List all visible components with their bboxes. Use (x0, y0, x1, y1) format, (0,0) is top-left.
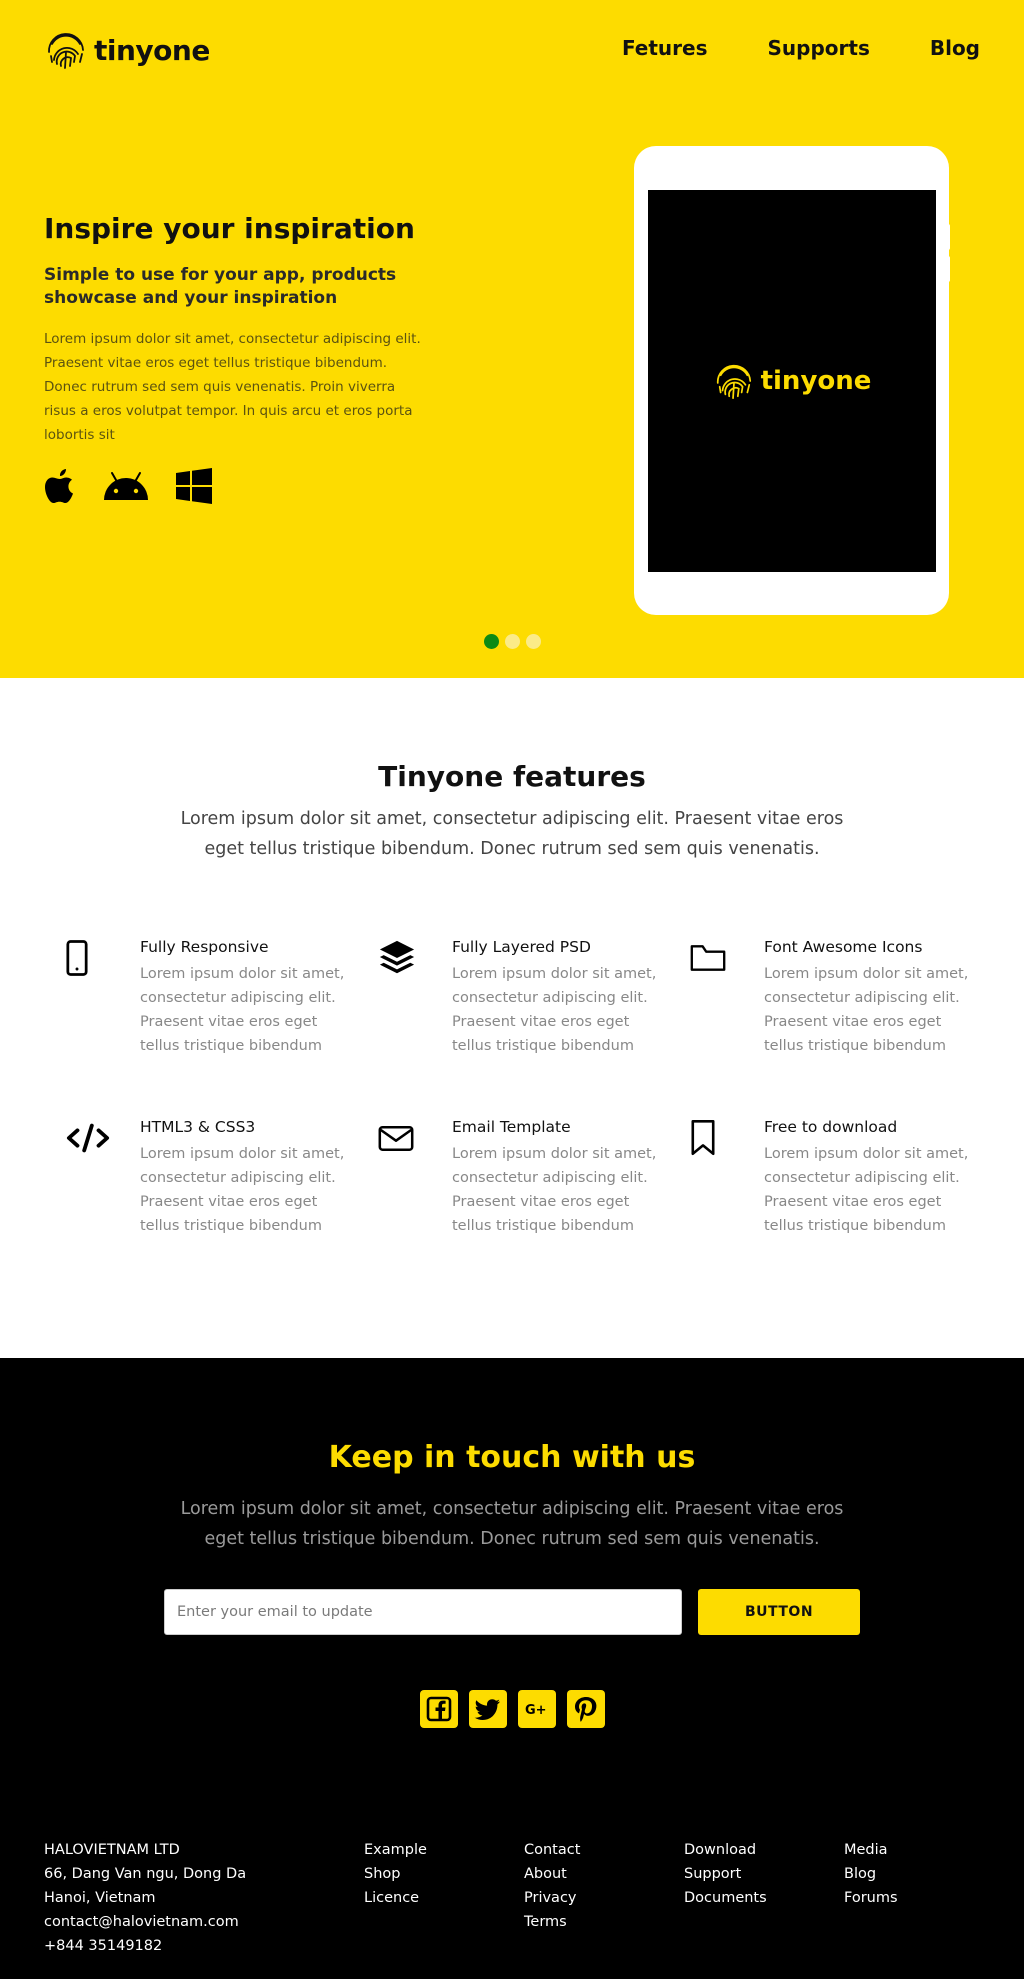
feature-item: Fully Responsive Lorem ipsum dolor sit a… (44, 936, 344, 1086)
email-input[interactable] (164, 1589, 682, 1635)
footer-link-support[interactable]: Support (684, 1862, 767, 1886)
tablet-mockup: tinyone (634, 146, 949, 615)
feature-name: Font Awesome Icons (764, 938, 923, 956)
nav-item-features[interactable]: Fetures (622, 36, 708, 60)
feature-description: Lorem ipsum dolor sit amet, consectetur … (764, 1146, 969, 1234)
hero-title: Inspire your inspiration (44, 212, 415, 245)
envelope-icon (378, 1118, 424, 1164)
feature-name: Fully Responsive (140, 938, 269, 956)
top-nav: tinyone Fetures Supports Blog (0, 0, 1024, 100)
slider-dots (484, 634, 541, 649)
footer-links-col-1: Example Shop Licence (364, 1838, 427, 1910)
tablet-power-button (946, 256, 950, 282)
feature-name: HTML3 & CSS3 (140, 1118, 256, 1136)
footer-company-info: HALOVIETNAM LTD 66, Dang Van ngu, Dong D… (44, 1838, 246, 1958)
footer-link-documents[interactable]: Documents (684, 1886, 767, 1910)
feature-item: Email Template Lorem ipsum dolor sit ame… (356, 1116, 656, 1266)
twitter-icon[interactable] (469, 1690, 507, 1728)
bookmark-icon (690, 1118, 736, 1164)
social-links: G+ (420, 1690, 605, 1728)
apple-icon[interactable] (44, 467, 76, 505)
tablet-screen: tinyone (648, 190, 936, 572)
subscribe-button[interactable]: BUTTON (698, 1589, 860, 1635)
google-plus-icon[interactable]: G+ (518, 1690, 556, 1728)
logo-text: tinyone (94, 33, 210, 67)
feature-description: Lorem ipsum dolor sit amet, consectetur … (140, 966, 345, 1054)
footer-links-col-4: Media Blog Forums (844, 1838, 898, 1910)
logo[interactable]: tinyone (44, 28, 210, 72)
feature-name: Free to download (764, 1118, 898, 1136)
features-section: Tinyone features Lorem ipsum dolor sit a… (0, 678, 1024, 1358)
tablet-volume-button (946, 224, 950, 250)
footer-link-about[interactable]: About (524, 1862, 580, 1886)
company-address-line-1: 66, Dang Van ngu, Dong Da (44, 1866, 247, 1882)
feature-description: Lorem ipsum dolor sit amet, consectetur … (452, 1146, 657, 1234)
fingerprint-icon (716, 364, 751, 400)
facebook-icon[interactable] (420, 1690, 458, 1728)
feature-name: Fully Layered PSD (452, 938, 591, 956)
platform-icons (44, 467, 424, 505)
footer-links-col-2: Contact About Privacy Terms (524, 1838, 580, 1934)
nav-links: Fetures Supports Blog (622, 36, 980, 60)
footer-link-download[interactable]: Download (684, 1838, 767, 1862)
footer-link-shop[interactable]: Shop (364, 1862, 427, 1886)
feature-name: Email Template (452, 1118, 571, 1136)
contact-intro: Lorem ipsum dolor sit amet, consectetur … (180, 1499, 844, 1549)
slider-dot-3[interactable] (526, 634, 541, 649)
features-intro: Lorem ipsum dolor sit amet, consectetur … (180, 809, 844, 859)
mobile-icon (66, 938, 112, 984)
feature-item: Fully Layered PSD Lorem ipsum dolor sit … (356, 936, 656, 1086)
hero-content: Inspire your inspiration Simple to use f… (44, 212, 424, 505)
nav-item-supports[interactable]: Supports (768, 36, 870, 60)
feature-item: HTML3 & CSS3 Lorem ipsum dolor sit amet,… (44, 1116, 344, 1266)
company-email-link[interactable]: contact@halovietnam.com (44, 1910, 246, 1934)
contact-section: Keep in touch with us Lorem ipsum dolor … (0, 1358, 1024, 1979)
footer-link-terms[interactable]: Terms (524, 1910, 580, 1934)
footer-link-media[interactable]: Media (844, 1838, 898, 1862)
svg-text:G+: G+ (525, 1703, 547, 1718)
footer-link-blog[interactable]: Blog (844, 1862, 898, 1886)
footer-link-privacy[interactable]: Privacy (524, 1886, 580, 1910)
hero-section: tinyone Fetures Supports Blog Inspire yo… (0, 0, 1024, 678)
footer-links-col-3: Download Support Documents (684, 1838, 767, 1910)
company-phone: +844 35149182 (44, 1938, 163, 1954)
folder-icon (690, 938, 736, 984)
footer-link-forums[interactable]: Forums (844, 1886, 898, 1910)
features-title: Tinyone features (378, 760, 646, 793)
hero-description: Lorem ipsum dolor sit amet, consectetur … (44, 331, 421, 444)
pinterest-icon[interactable] (567, 1690, 605, 1728)
footer-link-licence[interactable]: Licence (364, 1886, 427, 1910)
feature-description: Lorem ipsum dolor sit amet, consectetur … (764, 966, 969, 1054)
feature-item: Font Awesome Icons Lorem ipsum dolor sit… (668, 936, 968, 1086)
layers-icon (378, 938, 424, 984)
nav-item-blog[interactable]: Blog (930, 36, 980, 60)
contact-title: Keep in touch with us (328, 1440, 696, 1475)
android-icon[interactable] (102, 467, 150, 505)
fingerprint-icon (48, 33, 84, 69)
hero-subtitle: Simple to use for your app, products sho… (44, 264, 397, 309)
feature-description: Lorem ipsum dolor sit amet, consectetur … (140, 1146, 345, 1234)
feature-item: Free to download Lorem ipsum dolor sit a… (668, 1116, 968, 1266)
slider-dot-2[interactable] (505, 634, 520, 649)
code-icon (66, 1118, 112, 1164)
footer-link-example[interactable]: Example (364, 1838, 427, 1862)
windows-icon[interactable] (176, 467, 212, 505)
company-name: HALOVIETNAM LTD (44, 1842, 180, 1858)
slider-dot-1[interactable] (484, 634, 499, 649)
feature-description: Lorem ipsum dolor sit amet, consectetur … (452, 966, 657, 1054)
footer-link-contact[interactable]: Contact (524, 1838, 580, 1862)
company-address-line-2: Hanoi, Vietnam (44, 1890, 156, 1906)
tablet-logo-text: tinyone (760, 366, 872, 396)
